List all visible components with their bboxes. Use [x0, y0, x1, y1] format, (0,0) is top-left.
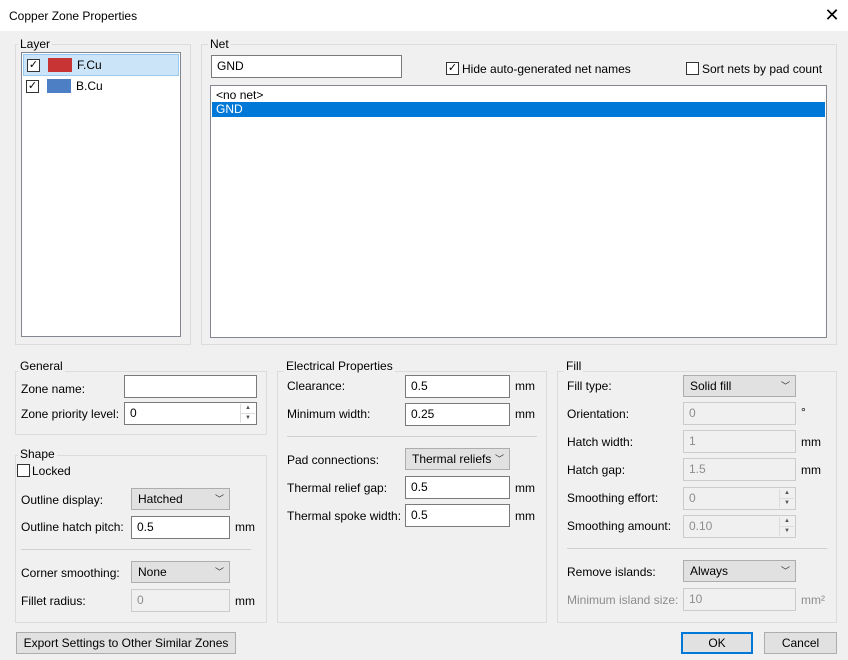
fill-group-label: Fill — [564, 359, 584, 373]
hatch-pitch-label: Outline hatch pitch: — [21, 520, 124, 534]
hatch-gap-input: 1.5 — [683, 458, 796, 481]
zone-name-input[interactable] — [124, 375, 257, 398]
layer-fcu-checkbox[interactable]: ✓ — [27, 59, 40, 72]
pad-connections-label: Pad connections: — [287, 453, 380, 467]
layer-fcu-label: F.Cu — [77, 58, 102, 72]
zone-priority-spinner[interactable]: ▲ ▼ — [240, 404, 255, 423]
outline-display-value: Hatched — [138, 492, 183, 506]
spoke-width-unit: mm — [515, 509, 535, 523]
net-item-gnd[interactable]: GND — [212, 102, 825, 117]
smoothing-effort-label: Smoothing effort: — [567, 491, 659, 505]
remove-islands-select[interactable]: Always ﹀ — [683, 560, 796, 582]
net-group-label: Net — [208, 37, 231, 51]
smoothing-effort-value: 0 — [689, 491, 696, 505]
hatch-pitch-input[interactable]: 0.5 — [131, 516, 230, 539]
corner-smoothing-value: None — [138, 565, 167, 579]
zone-priority-value: 0 — [130, 406, 137, 420]
chevron-down-icon: ﹀ — [214, 494, 224, 504]
smoothing-amount-label: Smoothing amount: — [567, 519, 672, 533]
layer-row-fcu[interactable]: ✓ F.Cu — [23, 54, 179, 76]
min-width-unit: mm — [515, 407, 535, 421]
zone-priority-label: Zone priority level: — [21, 407, 120, 421]
hatch-width-unit: mm — [801, 435, 821, 449]
hide-auto-label[interactable]: Hide auto-generated net names — [462, 62, 631, 76]
hatch-pitch-unit: mm — [235, 520, 255, 534]
hatch-gap-label: Hatch gap: — [567, 463, 626, 477]
fill-separator — [567, 548, 827, 549]
locked-checkbox[interactable] — [17, 464, 30, 477]
fill-type-select[interactable]: Solid fill ﹀ — [683, 375, 796, 397]
hatch-gap-unit: mm — [801, 463, 821, 477]
outline-display-select[interactable]: Hatched ﹀ — [131, 488, 230, 510]
min-width-input[interactable]: 0.25 — [405, 403, 510, 426]
min-width-label: Minimum width: — [287, 407, 371, 421]
min-island-unit: mm² — [801, 593, 825, 607]
fillet-radius-input: 0 — [131, 589, 230, 612]
sort-by-pad-checkbox[interactable] — [686, 62, 699, 75]
remove-islands-label: Remove islands: — [567, 565, 656, 579]
pad-connections-select[interactable]: Thermal reliefs ﹀ — [405, 448, 510, 470]
close-icon[interactable]: ✕ — [822, 4, 842, 26]
layer-fcu-swatch — [48, 58, 72, 72]
cancel-button[interactable]: Cancel — [764, 632, 837, 654]
smoothing-amount-value: 0.10 — [689, 519, 713, 533]
net-filter-input[interactable]: GND — [211, 55, 402, 78]
general-group-label: General — [18, 359, 65, 373]
smoothing-amount-spinner: ▲ ▼ — [779, 517, 794, 536]
fill-type-label: Fill type: — [567, 379, 612, 393]
electrical-separator — [287, 436, 537, 437]
clearance-label: Clearance: — [287, 379, 346, 393]
net-item-no-net[interactable]: <no net> — [212, 87, 825, 103]
layer-row-bcu[interactable]: ✓ B.Cu — [23, 76, 179, 98]
layer-list[interactable]: ✓ F.Cu ✓ B.Cu — [21, 52, 181, 337]
hide-auto-checkbox[interactable]: ✓ — [446, 62, 459, 75]
fill-type-value: Solid fill — [690, 379, 732, 393]
layer-bcu-swatch — [47, 79, 71, 93]
window-title: Copper Zone Properties — [9, 9, 138, 23]
orientation-unit: ° — [801, 405, 806, 419]
shape-group-label: Shape — [18, 447, 57, 461]
pad-connections-value: Thermal reliefs — [412, 452, 492, 466]
relief-gap-unit: mm — [515, 481, 535, 495]
export-settings-button[interactable]: Export Settings to Other Similar Zones — [16, 632, 236, 654]
smoothing-effort-spinner: ▲ ▼ — [779, 489, 794, 508]
remove-islands-value: Always — [690, 564, 729, 578]
chevron-down-icon: ﹀ — [780, 566, 790, 576]
hatch-width-input: 1 — [683, 430, 796, 453]
min-island-input: 10 — [683, 588, 796, 611]
outline-display-label: Outline display: — [21, 493, 104, 507]
layer-bcu-label: B.Cu — [76, 79, 103, 93]
min-island-label: Minimum island size: — [567, 593, 679, 607]
fillet-radius-label: Fillet radius: — [21, 594, 86, 608]
chevron-down-icon: ﹀ — [780, 381, 790, 391]
clearance-input[interactable]: 0.5 — [405, 375, 510, 398]
chevron-down-icon: ﹀ — [494, 454, 504, 464]
electrical-group-label: Electrical Properties — [284, 359, 395, 373]
shape-separator — [21, 549, 251, 550]
hatch-width-label: Hatch width: — [567, 435, 634, 449]
ok-button[interactable]: OK — [681, 632, 753, 654]
relief-gap-label: Thermal relief gap: — [287, 481, 388, 495]
fillet-radius-unit: mm — [235, 594, 255, 608]
smoothing-effort-stepper: 0 ▲ ▼ — [683, 487, 796, 510]
zone-name-label: Zone name: — [21, 382, 86, 396]
orientation-input: 0 — [683, 402, 796, 425]
locked-label[interactable]: Locked — [32, 464, 71, 478]
layer-group-label: Layer — [18, 37, 53, 51]
relief-gap-input[interactable]: 0.5 — [405, 476, 510, 499]
smoothing-amount-stepper: 0.10 ▲ ▼ — [683, 515, 796, 538]
chevron-down-icon: ﹀ — [214, 567, 224, 577]
sort-by-pad-label[interactable]: Sort nets by pad count — [702, 62, 822, 76]
corner-smoothing-select[interactable]: None ﹀ — [131, 561, 230, 583]
layer-bcu-checkbox[interactable]: ✓ — [26, 80, 39, 93]
spoke-width-label: Thermal spoke width: — [287, 509, 402, 523]
orientation-label: Orientation: — [567, 407, 630, 421]
title-bar: Copper Zone Properties ✕ — [0, 0, 848, 31]
clearance-unit: mm — [515, 379, 535, 393]
spoke-width-input[interactable]: 0.5 — [405, 504, 510, 527]
net-list[interactable]: <no net> GND — [210, 85, 827, 338]
zone-priority-stepper[interactable]: 0 ▲ ▼ — [124, 402, 257, 425]
corner-smoothing-label: Corner smoothing: — [21, 566, 120, 580]
